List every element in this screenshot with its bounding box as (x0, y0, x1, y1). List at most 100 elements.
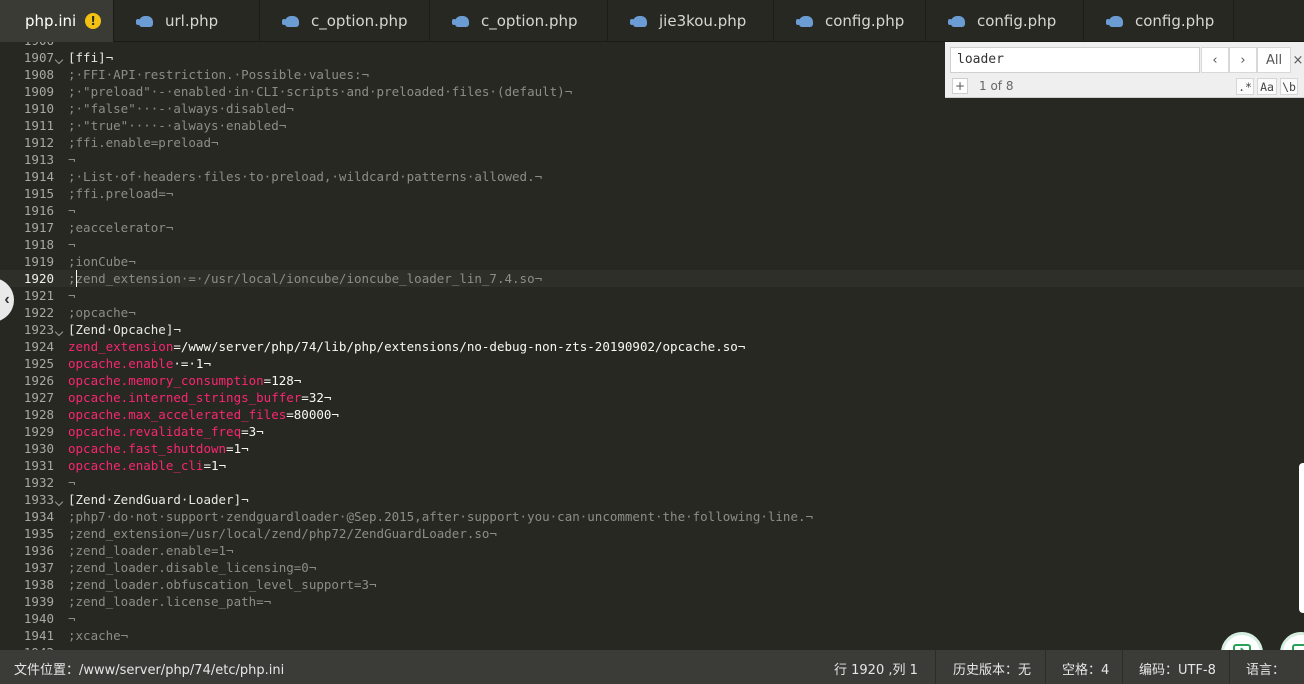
line-number: 1937 (23, 560, 54, 575)
config-key: opcache.fast_shutdown (68, 441, 227, 456)
config-value: =32¬ (301, 390, 332, 405)
code-lines[interactable]: [ffi]¬ ;·FFI·API·restriction.·Possible·va… (68, 42, 1304, 650)
code-line[interactable]: opcache.fast_shutdown=1¬ (68, 440, 1304, 457)
code-line[interactable]: ¬ (68, 151, 1304, 168)
line-number: 1923 (23, 322, 54, 337)
match-count: 1 of 8 (979, 79, 1014, 93)
code-line[interactable]: ;zend_loader.enable=1¬ (68, 542, 1304, 559)
file-path: 文件位置：/www/server/php/74/etc/php.ini (14, 663, 285, 678)
find-all-button[interactable]: All (1257, 47, 1291, 73)
regex-toggle[interactable]: .* (1236, 78, 1254, 95)
search-input[interactable]: loader (950, 47, 1200, 73)
tab-7[interactable]: config.php (1084, 0, 1234, 42)
code-line[interactable]: ;·"false"···-·always·disabled¬ (68, 100, 1304, 117)
status-bar: 文件位置：/www/server/php/74/etc/php.ini 行 19… (0, 650, 1304, 684)
line-number: 1914 (23, 169, 54, 184)
line-number: 1936 (23, 543, 54, 558)
line-text: ;·"true"····-·always·enabled¬ (68, 118, 287, 133)
line-number: 1924 (23, 339, 54, 354)
code-line[interactable]: [Zend·Opcache]¬ (68, 321, 1304, 338)
tab-label: jie3kou.php (659, 12, 747, 30)
code-editor[interactable]: 19061907 1908 1909 1910 1911 1912 1913 1914 1915… (0, 42, 1304, 650)
line-text: ¬ (68, 203, 76, 218)
history-versions[interactable]: 历史版本：无 (953, 659, 1031, 678)
line-text: ;php7·do·not·support·zendguardloader·@Se… (68, 509, 814, 524)
find-previous-button[interactable]: ‹ (1201, 47, 1229, 73)
config-value: =80000¬ (286, 407, 339, 422)
tab-bar: php.ini! url.php c_option.php c_option.php j… (0, 0, 1304, 42)
code-line[interactable]: ;xcache¬ (68, 627, 1304, 644)
line-text: ;zend_loader.disable_licensing=0¬ (68, 560, 317, 575)
code-line[interactable]: ;zend_loader.license_path=¬ (68, 593, 1304, 610)
find-next-button[interactable]: › (1229, 47, 1257, 73)
line-number: 1929 (23, 424, 54, 439)
line-number: 1909 (23, 84, 54, 99)
code-line[interactable]: ¬ (68, 474, 1304, 491)
close-icon: × (1292, 52, 1304, 68)
code-line[interactable]: opcache.revalidate_freq=3¬ (68, 423, 1304, 440)
tab-4[interactable]: jie3kou.php (608, 0, 774, 42)
file-encoding[interactable]: 编码：UTF-8 (1139, 659, 1216, 678)
php-elephant-icon (948, 15, 965, 27)
tab-5[interactable]: config.php (774, 0, 926, 42)
code-line[interactable]: ;zend_loader.disable_licensing=0¬ (68, 559, 1304, 576)
find-panel: loader ‹ › All × + 1 of 8 .* Aa \b (945, 42, 1304, 98)
code-line[interactable]: ;·List·of·headers·files·to·preload,·wild… (68, 168, 1304, 185)
config-key: opcache.interned_strings_buffer (68, 390, 302, 405)
code-line[interactable]: ;zend_extension=/usr/local/zend/php72/Ze… (68, 525, 1304, 542)
code-line[interactable]: ;zend_extension·=·/usr/local/ioncube/ion… (68, 270, 1304, 287)
code-line[interactable]: [Zend·ZendGuard·Loader]¬ (68, 491, 1304, 508)
php-elephant-icon (282, 15, 299, 27)
code-line[interactable]: ;php7·do·not·support·zendguardloader·@Se… (68, 508, 1304, 525)
code-line[interactable]: opcache.enable·=·1¬ (68, 355, 1304, 372)
code-line[interactable]: ¬ (68, 610, 1304, 627)
line-number: 1919 (23, 254, 54, 269)
code-line[interactable]: ;ffi.preload=¬ (68, 185, 1304, 202)
line-text: [ffi]¬ (68, 50, 114, 65)
tab-3[interactable]: c_option.php (430, 0, 608, 42)
line-number: 1907 (23, 50, 54, 65)
line-number: 1916 (23, 203, 54, 218)
code-line[interactable]: opcache.max_accelerated_files=80000¬ (68, 406, 1304, 423)
tab-2[interactable]: c_option.php (260, 0, 430, 42)
tab-0[interactable]: php.ini! (0, 0, 114, 42)
cursor-position[interactable]: 行 1920 ,列 1 (834, 659, 918, 678)
tab-label: config.php (825, 12, 905, 30)
config-key: opcache.enable (68, 356, 174, 371)
line-number: 1906 (0, 42, 60, 49)
code-line[interactable]: zend_extension=/www/server/php/74/lib/ph… (68, 338, 1304, 355)
tab-1[interactable]: url.php (114, 0, 260, 42)
config-value: ·=·1¬ (173, 356, 211, 371)
code-line[interactable]: ;ionCube¬ (68, 253, 1304, 270)
file-language[interactable]: 语言： (1246, 659, 1285, 678)
code-line[interactable]: ¬ (68, 236, 1304, 253)
line-number: 1918 (23, 237, 54, 252)
match-case-toggle[interactable]: Aa (1257, 78, 1277, 95)
line-text: ;eaccelerator¬ (68, 220, 174, 235)
code-line[interactable]: ;eaccelerator¬ (68, 219, 1304, 236)
line-text: ;zend_loader.license_path=¬ (68, 594, 272, 609)
code-line[interactable]: ;zend_loader.obfuscation_level_support=3… (68, 576, 1304, 593)
config-key: opcache.revalidate_freq (68, 424, 242, 439)
line-text: ;ffi.enable=preload¬ (68, 135, 219, 150)
code-line[interactable]: ;ffi.enable=preload¬ (68, 134, 1304, 151)
indent-spaces[interactable]: 空格：4 (1062, 659, 1109, 678)
php-elephant-icon (452, 15, 469, 27)
toggle-replace-button[interactable]: + (952, 78, 968, 94)
side-panel-handle[interactable] (1299, 463, 1304, 613)
line-number: 1926 (23, 373, 54, 388)
tab-6[interactable]: config.php (926, 0, 1084, 42)
whole-word-toggle[interactable]: \b (1280, 78, 1298, 95)
close-search-button[interactable]: × (1291, 47, 1304, 73)
code-line[interactable]: ;·"true"····-·always·enabled¬ (68, 117, 1304, 134)
code-line[interactable]: opcache.enable_cli=1¬ (68, 457, 1304, 474)
line-text: ¬ (68, 237, 76, 252)
line-text: ;zend_loader.enable=1¬ (68, 543, 234, 558)
tab-label: config.php (1135, 12, 1215, 30)
code-line[interactable]: opcache.interned_strings_buffer=32¬ (68, 389, 1304, 406)
code-line[interactable]: ¬ (68, 287, 1304, 304)
code-line[interactable]: ¬ (68, 202, 1304, 219)
line-number: 1931 (23, 458, 54, 473)
code-line[interactable]: opcache.memory_consumption=128¬ (68, 372, 1304, 389)
code-line[interactable]: ;opcache¬ (68, 304, 1304, 321)
